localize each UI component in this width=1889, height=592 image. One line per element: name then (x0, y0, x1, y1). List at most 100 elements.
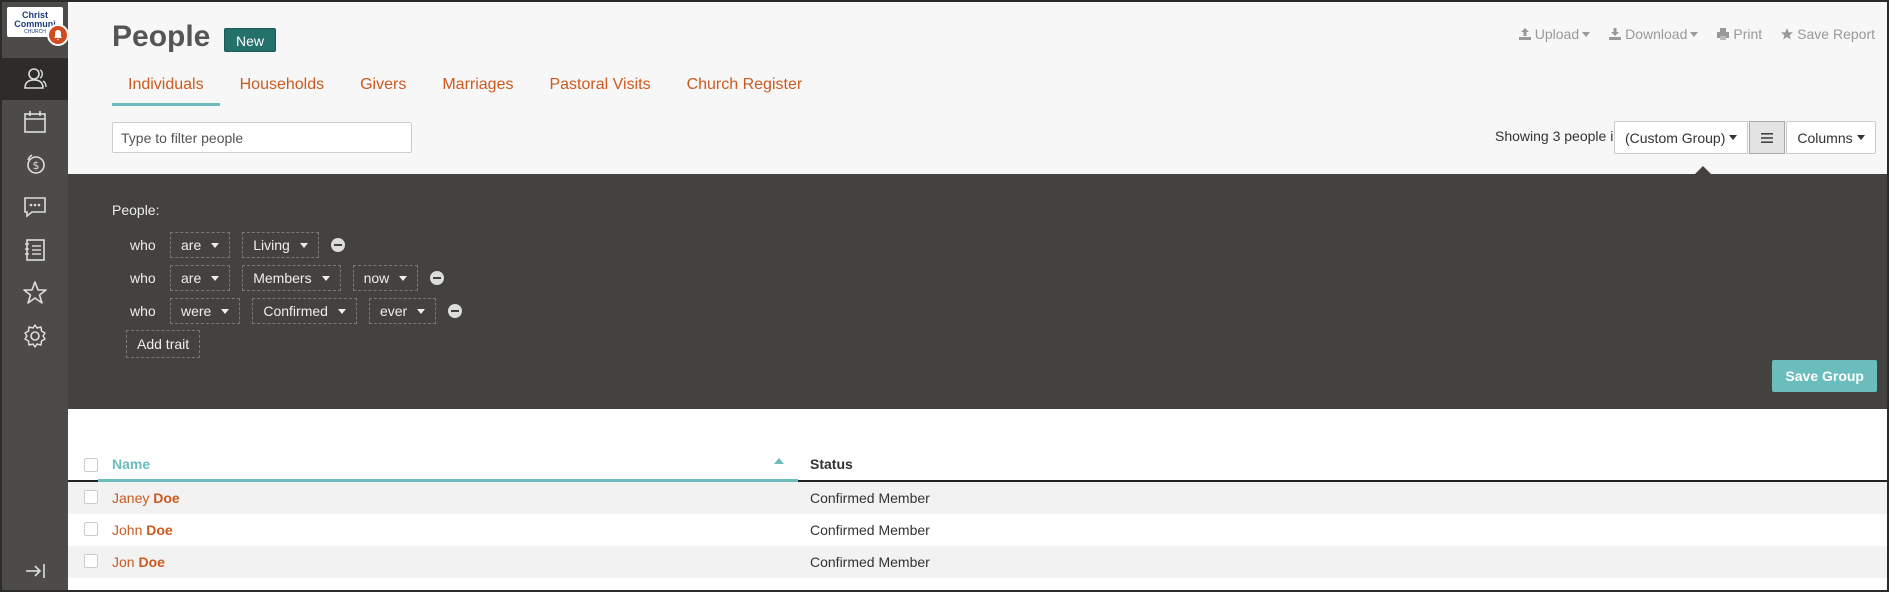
chevron-down-icon (417, 308, 426, 314)
chevron-down-icon (211, 275, 220, 281)
chevron-down-icon (221, 308, 230, 314)
people-icon (24, 68, 47, 89)
notification-bell-icon[interactable] (47, 24, 69, 46)
person-name-link[interactable]: Jon Doe (112, 554, 165, 570)
giving-icon: $ (27, 154, 45, 174)
chevron-down-icon (321, 275, 330, 281)
new-button[interactable]: New (224, 28, 277, 52)
download-button[interactable]: Download (1608, 26, 1699, 42)
upload-button[interactable]: Upload (1518, 26, 1591, 42)
tab-church-register[interactable]: Church Register (671, 72, 819, 106)
table-row: Janey Doe Confirmed Member (68, 482, 1887, 514)
remove-trait-icon[interactable] (430, 271, 445, 285)
last-name: Doe (153, 490, 180, 506)
sidebar-item-calendar[interactable] (2, 101, 68, 143)
calendar-icon (24, 111, 46, 133)
sidebar-item-people[interactable] (2, 58, 68, 100)
print-button[interactable]: Print (1716, 26, 1762, 42)
tab-pastoral-visits[interactable]: Pastoral Visits (533, 72, 666, 106)
trait-value-dropdown[interactable]: Members (242, 265, 341, 291)
sidebar-item-register[interactable] (2, 229, 68, 271)
download-icon (1609, 28, 1622, 40)
page-title: People (112, 20, 211, 53)
trait-verb-dropdown[interactable]: were (170, 298, 241, 324)
tab-individuals[interactable]: Individuals (112, 72, 220, 106)
table-row: John Doe Confirmed Member (68, 514, 1887, 546)
list-view-button[interactable] (1749, 121, 1785, 154)
tab-givers[interactable]: Givers (344, 72, 422, 106)
people-table: Name Status Janey Doe Confirmed Member J… (68, 450, 1887, 578)
list-icon (1761, 132, 1773, 143)
row-checkbox[interactable] (84, 522, 98, 536)
trait-value-dropdown[interactable]: Confirmed (252, 298, 357, 324)
first-name: John (112, 522, 143, 538)
column-header-status[interactable]: Status (810, 456, 853, 472)
select-all-checkbox[interactable] (84, 458, 98, 472)
group-select-value: (Custom Group) (1625, 129, 1726, 146)
person-status: Confirmed Member (810, 522, 930, 538)
trait-time-dropdown[interactable]: ever (368, 298, 437, 324)
trait-value-value: Confirmed (263, 303, 328, 319)
print-label: Print (1733, 26, 1763, 42)
sidebar-item-settings[interactable] (2, 315, 68, 357)
group-filter-panel: People: who are Living who are Members n… (68, 174, 1887, 409)
sort-ascending-icon[interactable] (774, 458, 784, 464)
trait-who-label: who (130, 270, 156, 286)
sidebar-item-favorites[interactable] (2, 272, 68, 314)
columns-button[interactable]: Columns (1786, 121, 1876, 154)
collapse-sidebar-button[interactable] (24, 562, 46, 585)
people-tabs: Individuals Households Givers Marriages … (112, 72, 822, 106)
person-status: Confirmed Member (810, 490, 930, 506)
columns-label: Columns (1797, 129, 1853, 146)
trait-who-label: who (130, 303, 156, 319)
row-checkbox[interactable] (84, 490, 98, 504)
chevron-down-icon (1729, 135, 1737, 140)
trait-verb-value: were (181, 303, 212, 319)
trait-who-label: who (130, 237, 156, 253)
sidebar-item-messages[interactable] (2, 186, 68, 228)
first-name: Jon (112, 554, 135, 570)
trait-row: who were Confirmed ever (130, 298, 463, 324)
trait-value-dropdown[interactable]: Living (242, 232, 319, 258)
chevron-down-icon (399, 275, 408, 281)
trait-verb-dropdown[interactable]: are (170, 232, 231, 258)
report-actions: Upload Download Print Save Report (1518, 26, 1875, 42)
row-checkbox[interactable] (84, 554, 98, 568)
download-label: Download (1625, 26, 1688, 42)
trait-row: who are Members now (130, 265, 445, 291)
group-select[interactable]: (Custom Group) (1614, 121, 1748, 154)
tab-households[interactable]: Households (224, 72, 341, 106)
table-row: Jon Doe Confirmed Member (68, 546, 1887, 578)
tab-marriages[interactable]: Marriages (426, 72, 529, 106)
person-name-link[interactable]: Janey Doe (112, 490, 180, 506)
chevron-down-icon (1856, 135, 1865, 140)
first-name: Janey (112, 490, 150, 506)
trait-verb-dropdown[interactable]: are (170, 265, 231, 291)
remove-trait-icon[interactable] (330, 238, 345, 252)
trait-value-value: Living (253, 237, 290, 253)
last-name: Doe (138, 554, 165, 570)
page-header: People New Upload Download Print Save Re… (68, 2, 1887, 174)
remove-trait-icon[interactable] (448, 304, 463, 318)
trait-time-value: now (363, 270, 390, 286)
table-header: Name Status (68, 450, 1887, 482)
trait-value-value: Members (253, 270, 312, 286)
trait-verb-value: are (181, 237, 202, 253)
upload-label: Upload (1534, 26, 1580, 42)
chevron-down-icon (299, 242, 308, 248)
column-header-name[interactable]: Name (112, 456, 150, 472)
download-caret-icon (1690, 31, 1699, 37)
person-name-link[interactable]: John Doe (112, 522, 173, 538)
showing-count-text: Showing 3 people in (1495, 128, 1622, 144)
trait-time-dropdown[interactable]: now (352, 265, 419, 291)
filter-people-input[interactable] (112, 122, 412, 153)
save-report-button[interactable]: Save Report (1780, 26, 1875, 42)
messages-icon (24, 197, 46, 218)
sidebar-item-giving[interactable]: $ (2, 143, 68, 185)
register-icon (25, 239, 45, 261)
save-group-button[interactable]: Save Group (1772, 360, 1877, 392)
gear-icon (24, 324, 46, 348)
add-trait-button[interactable]: Add trait (126, 330, 201, 358)
last-name: Doe (146, 522, 173, 538)
trait-verb-value: are (181, 270, 202, 286)
